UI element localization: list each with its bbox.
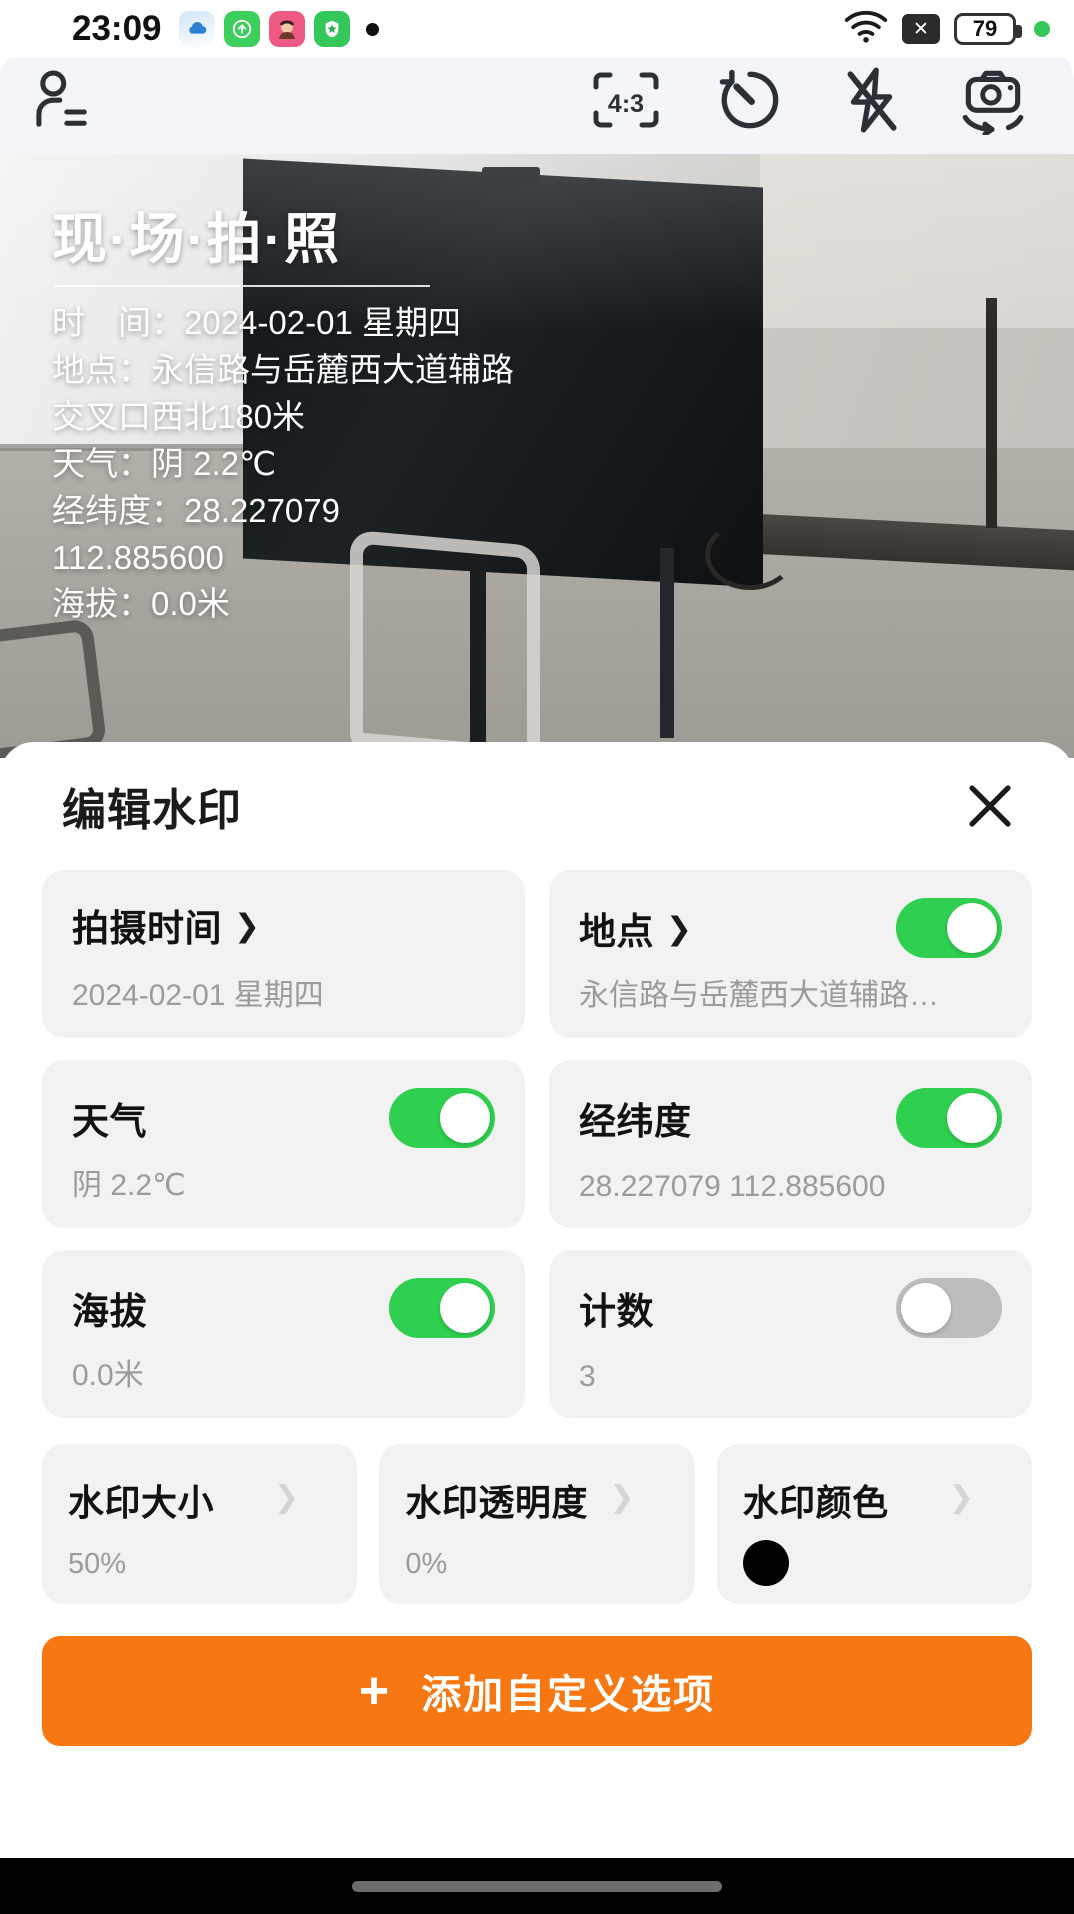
camera-preview: 现·场·拍·照 时 间：2024-02-01 星期四 地点：永信路与岳麓西大道辅… <box>0 148 1074 758</box>
status-bar-system-icons: ✕ 79 <box>844 10 1050 49</box>
wifi-icon <box>844 10 888 49</box>
x-signal-icon: ✕ <box>902 14 940 44</box>
toggle-knob <box>440 1283 490 1333</box>
watermark-line-weather: 天气：阴 2.2℃ <box>52 444 277 482</box>
chevron-right-icon[interactable]: ❯ <box>949 1480 974 1515</box>
avatar-app-icon <box>268 11 305 47</box>
camera-switch-icon[interactable] <box>956 65 1030 135</box>
option-toggle-location[interactable] <box>896 898 1002 958</box>
upload-arrow-app-icon <box>223 11 260 47</box>
option-row-1: 拍摄时间 ❯ 2024-02-01 星期四 地点 ❯ 永信路与岳麓西大道辅路… <box>42 870 1032 1038</box>
style-card-color[interactable]: 水印颜色 ❯ <box>716 1444 1032 1604</box>
option-toggle-altitude[interactable] <box>389 1278 495 1338</box>
plus-icon: + <box>358 1662 390 1720</box>
battery-icon: 79 <box>954 13 1022 45</box>
watermark-line-longitude: 112.885600 <box>52 538 224 576</box>
home-indicator[interactable] <box>352 1880 722 1892</box>
option-card-header: 天气 <box>72 1088 495 1148</box>
add-custom-option-button[interactable]: + 添加自定义选项 <box>42 1636 1032 1746</box>
watermark-line-time: 时 间：2024-02-01 星期四 <box>52 304 461 342</box>
status-bar-notification-icons <box>178 11 350 47</box>
option-row-2: 天气 阴 2.2℃ 经纬度 28.227079 112.885600 <box>42 1060 1032 1228</box>
option-label: 地点 <box>579 911 654 952</box>
option-row-3: 海拔 0.0米 计数 3 <box>42 1250 1032 1418</box>
option-card-location[interactable]: 地点 ❯ 永信路与岳麓西大道辅路… <box>549 870 1032 1038</box>
option-card-altitude[interactable]: 海拔 0.0米 <box>42 1250 525 1418</box>
option-card-shoot-time[interactable]: 拍摄时间 ❯ 2024-02-01 星期四 <box>42 870 525 1038</box>
toggle-knob <box>901 1283 951 1333</box>
option-card-header: 拍摄时间 ❯ <box>72 898 495 952</box>
user-list-icon[interactable] <box>30 66 92 134</box>
watermark-line-location-2: 交叉口西北180米 <box>52 397 306 435</box>
option-value: 阴 2.2℃ <box>72 1169 186 1202</box>
style-label: 水印大小 <box>68 1482 215 1523</box>
cloud-app-icon <box>178 11 215 47</box>
chevron-right-icon[interactable]: ❯ <box>666 913 692 944</box>
option-label: 天气 <box>72 1101 147 1142</box>
photo-watermark: 现·场·拍·照 时 间：2024-02-01 星期四 地点：永信路与岳麓西大道辅… <box>52 208 514 628</box>
close-icon[interactable] <box>958 774 1022 838</box>
toggle-knob <box>947 903 997 953</box>
option-label: 计数 <box>579 1291 654 1332</box>
status-bar-clock: 23:09 <box>72 9 162 48</box>
option-card-header: 海拔 <box>72 1278 495 1338</box>
watermark-line-location-1: 地点：永信路与岳麓西大道辅路 <box>52 351 514 389</box>
option-toggle-count[interactable] <box>896 1278 1002 1338</box>
watermark-divider <box>54 285 430 288</box>
option-value: 28.227079 112.885600 <box>579 1170 886 1203</box>
green-status-dot <box>1034 21 1050 37</box>
camera-toolbar: 4:3 <box>0 46 1074 154</box>
option-label: 拍摄时间 <box>72 908 222 949</box>
option-toggle-coordinates[interactable] <box>896 1088 1002 1148</box>
option-card-weather[interactable]: 天气 阴 2.2℃ <box>42 1060 525 1228</box>
option-value: 2024-02-01 星期四 <box>72 979 324 1012</box>
battery-percent-label: 79 <box>972 16 998 41</box>
toggle-knob <box>440 1093 490 1143</box>
camera-punch-hole <box>365 22 379 36</box>
style-label: 水印颜色 <box>742 1482 889 1523</box>
style-value: 50% <box>68 1548 127 1580</box>
watermark-line-altitude: 海拔：0.0米 <box>52 585 230 623</box>
option-card-header: 地点 ❯ <box>579 898 1002 958</box>
chevron-right-icon[interactable]: ❯ <box>274 1480 299 1515</box>
system-navigation-bar <box>0 1858 1074 1914</box>
option-card-header: 计数 <box>579 1278 1002 1338</box>
style-card-opacity[interactable]: 水印透明度 ❯ 0% <box>379 1444 695 1604</box>
option-toggle-weather[interactable] <box>389 1088 495 1148</box>
aspect-ratio-label: 4:3 <box>608 90 644 118</box>
option-value: 0.0米 <box>72 1359 144 1392</box>
style-card-size[interactable]: 水印大小 ❯ 50% <box>42 1444 358 1604</box>
add-custom-option-label: 添加自定义选项 <box>421 1673 716 1717</box>
watermark-line-latitude: 经纬度：28.227079 <box>52 491 340 529</box>
watermark-color-swatch[interactable] <box>742 1540 789 1586</box>
style-value: 0% <box>405 1548 448 1580</box>
timer-icon[interactable] <box>714 65 786 135</box>
option-card-coordinates[interactable]: 经纬度 28.227079 112.885600 <box>549 1060 1032 1228</box>
sheet-title: 编辑水印 <box>62 786 242 835</box>
option-value: 3 <box>579 1360 596 1393</box>
chevron-right-icon[interactable]: ❯ <box>234 910 260 941</box>
aspect-ratio-button[interactable]: 4:3 <box>590 69 662 131</box>
sheet-header: 编辑水印 <box>42 742 1032 870</box>
edit-watermark-sheet: 编辑水印 拍摄时间 ❯ 2024-02-01 星期四 地点 ❯ 永信路与岳麓西大… <box>0 742 1074 1858</box>
option-card-count[interactable]: 计数 3 <box>549 1250 1032 1418</box>
status-bar: 23:09 ✕ 79 <box>0 0 1074 58</box>
watermark-title: 现·场·拍·照 <box>52 208 341 270</box>
chevron-right-icon[interactable]: ❯ <box>609 1480 634 1515</box>
flash-off-icon[interactable] <box>838 65 904 135</box>
watermark-style-row: 水印大小 ❯ 50% 水印透明度 ❯ 0% 水印颜色 ❯ <box>42 1444 1032 1604</box>
option-label: 经纬度 <box>579 1101 692 1142</box>
style-label: 水印透明度 <box>405 1482 588 1523</box>
option-label: 海拔 <box>72 1291 147 1332</box>
option-value: 永信路与岳麓西大道辅路… <box>579 979 939 1012</box>
shield-app-icon <box>313 11 350 47</box>
toggle-knob <box>947 1093 997 1143</box>
option-card-header: 经纬度 <box>579 1088 1002 1148</box>
